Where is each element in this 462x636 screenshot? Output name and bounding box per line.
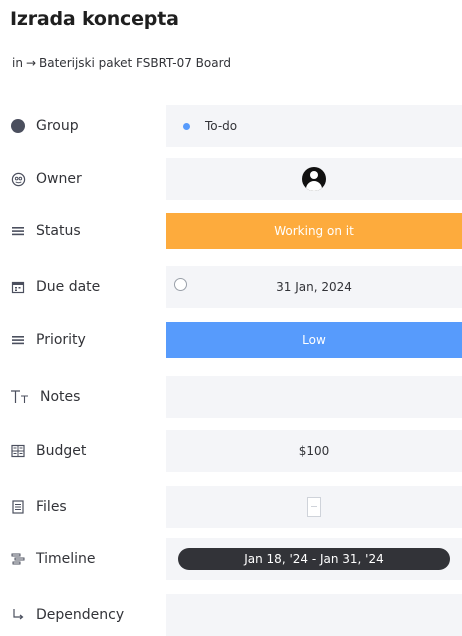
due-date-cell[interactable]: 31 Jan, 2024 — [166, 266, 462, 308]
field-label-text: Priority — [36, 332, 86, 348]
field-row-owner: Owner — [0, 158, 462, 200]
budget-value: $100 — [298, 444, 330, 458]
due-date-value: 31 Jan, 2024 — [276, 280, 352, 294]
priority-cell[interactable]: Low — [166, 322, 462, 358]
files-cell[interactable] — [166, 486, 462, 528]
owner-icon — [10, 171, 26, 187]
owner-cell[interactable] — [166, 158, 462, 200]
field-label-text: Timeline — [36, 551, 96, 567]
status-icon — [10, 223, 26, 239]
avatar[interactable] — [302, 167, 326, 191]
field-label-text: Files — [36, 499, 67, 515]
field-row-notes: Notes — [0, 376, 462, 418]
field-row-status: Status Working on it — [0, 210, 462, 252]
breadcrumb: in → Baterijski paket FSBRT-07 Board — [12, 56, 231, 70]
field-row-budget: Budget $100 — [0, 430, 462, 472]
numbers-icon — [10, 443, 26, 459]
field-label-group: Group — [10, 105, 79, 147]
field-label-text: Status — [36, 223, 81, 239]
priority-icon — [10, 332, 26, 348]
field-row-timeline: Timeline Jan 18, '24 - Jan 31, '24 — [0, 538, 462, 580]
field-row-dependency: Dependency — [0, 594, 462, 636]
field-label-files: Files — [10, 486, 67, 528]
item-title[interactable]: Izrada koncepta — [10, 8, 179, 30]
breadcrumb-arrow-icon: → — [25, 56, 37, 70]
field-row-group: Group To-do — [0, 105, 462, 147]
timeline-cell[interactable]: Jan 18, '24 - Jan 31, '24 — [166, 538, 462, 580]
timeline-value: Jan 18, '24 - Jan 31, '24 — [244, 552, 384, 566]
field-label-timeline: Timeline — [10, 538, 96, 580]
field-label-text: Budget — [36, 443, 87, 459]
timeline-pill[interactable]: Jan 18, '24 - Jan 31, '24 — [178, 548, 450, 570]
field-label-due-date: Due date — [10, 266, 100, 308]
field-label-text: Group — [36, 118, 79, 134]
file-icon — [10, 499, 26, 515]
field-row-priority: Priority Low — [0, 319, 462, 361]
field-label-status: Status — [10, 210, 81, 252]
budget-cell[interactable]: $100 — [166, 430, 462, 472]
status-cell[interactable]: Working on it — [166, 213, 462, 249]
field-label-owner: Owner — [10, 158, 82, 200]
due-date-check-icon[interactable] — [174, 278, 187, 291]
field-row-files: Files — [0, 486, 462, 528]
text-icon — [10, 389, 30, 405]
priority-value: Low — [302, 333, 326, 347]
field-label-priority: Priority — [10, 319, 86, 361]
field-label-text: Dependency — [36, 607, 125, 623]
field-label-text: Due date — [36, 279, 101, 295]
file-placeholder-icon[interactable] — [307, 497, 321, 517]
field-label-text: Notes — [40, 389, 81, 405]
notes-cell[interactable] — [166, 376, 462, 418]
group-cell[interactable]: To-do — [166, 105, 462, 147]
field-label-notes: Notes — [10, 376, 80, 418]
field-label-text: Owner — [36, 171, 82, 187]
dependency-icon — [10, 607, 26, 623]
field-label-dependency: Dependency — [10, 594, 124, 636]
status-value: Working on it — [274, 224, 354, 238]
dependency-cell[interactable] — [166, 594, 462, 636]
group-dot-icon — [10, 118, 26, 134]
field-label-budget: Budget — [10, 430, 86, 472]
timeline-icon — [10, 551, 26, 567]
breadcrumb-board-link[interactable]: Baterijski paket FSBRT-07 Board — [39, 56, 231, 70]
field-row-due-date: Due date 31 Jan, 2024 — [0, 266, 462, 308]
group-value: To-do — [205, 119, 238, 133]
group-color-dot — [183, 122, 190, 130]
calendar-icon — [10, 279, 26, 295]
breadcrumb-prefix: in — [12, 56, 23, 70]
